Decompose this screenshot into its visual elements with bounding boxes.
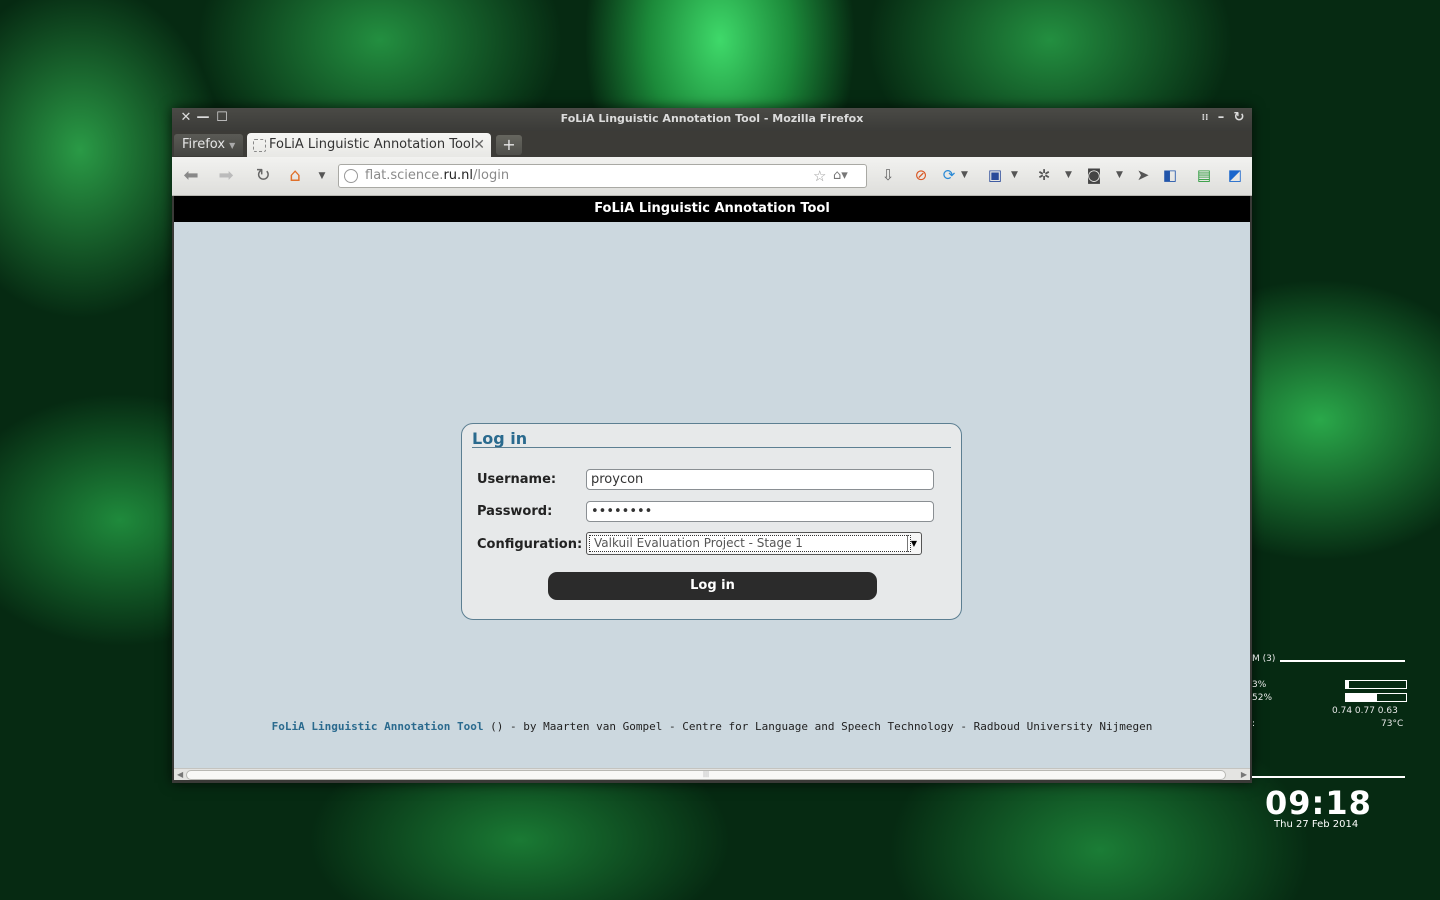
bookmark-dropdown-icon[interactable]: ▼	[1011, 165, 1018, 185]
horizontal-scrollbar[interactable]: ◀ ||| ▶	[174, 768, 1250, 780]
password-input[interactable]	[586, 501, 934, 522]
sync-dropdown-icon[interactable]: ▼	[961, 165, 968, 185]
adblock-icon[interactable]: ⊘	[911, 165, 931, 185]
configuration-label: Configuration:	[477, 537, 583, 552]
home-icon[interactable]: ⌂	[284, 165, 306, 187]
new-tab-button[interactable]: +	[496, 135, 522, 155]
delicious-icon[interactable]: ◧	[1160, 165, 1180, 185]
url-bar[interactable]: flat.science.ru.nl/login ☆ ⌂▾	[338, 164, 867, 188]
site-header: FoLiA Linguistic Annotation Tool	[174, 196, 1250, 222]
page-favicon-icon	[253, 139, 266, 152]
login-title: Log in	[472, 429, 528, 448]
close-tab-icon[interactable]: ✕	[473, 133, 485, 157]
username-label: Username:	[477, 472, 557, 487]
restore-window-icon[interactable]: ↻	[1232, 111, 1246, 125]
history-dropdown-icon[interactable]: ▼	[311, 165, 333, 187]
grip-icon[interactable]: ⁞⁞	[1198, 111, 1212, 125]
navigation-toolbar: ⬅ ➡ ↻ ⌂ ▼ flat.science.ru.nl/login ☆ ⌂▾ …	[172, 157, 1252, 196]
scrollbar-thumb[interactable]: |||	[186, 770, 1226, 780]
sync-icon[interactable]: ⟳	[939, 165, 959, 185]
tab-strip: Firefox ▼ FoLiA Linguistic Annotation To…	[172, 131, 1252, 157]
url-home-icon[interactable]: ⌂▾	[833, 165, 848, 187]
footer-link[interactable]: FoLiA Linguistic Annotation Tool	[272, 720, 484, 733]
page-content: FoLiA Linguistic Annotation Tool Log in …	[174, 196, 1250, 780]
cpu1-bar	[1345, 680, 1407, 689]
cpu2-bar	[1345, 693, 1407, 702]
cpu2-percent: 52%	[1252, 693, 1273, 703]
configuration-select[interactable]: Valkuil Evaluation Project - Stage 1 ▼	[586, 532, 922, 555]
bookmark-manager-icon[interactable]: ▣	[985, 165, 1005, 185]
send-icon[interactable]: ➤	[1133, 165, 1153, 185]
clock-time: 09:18	[1265, 784, 1372, 822]
firefox-menu-label: Firefox	[182, 137, 226, 152]
firefox-window: ✕ — ☐ FoLiA Linguistic Annotation Tool -…	[172, 108, 1252, 783]
username-input[interactable]	[586, 469, 934, 490]
chevron-down-icon[interactable]: ▼	[907, 535, 920, 552]
pocket-icon[interactable]: ◙	[1084, 165, 1104, 185]
footer-text: () - by Maarten van Gompel - Centre for …	[483, 720, 1153, 733]
cpu1-percent: 3%	[1252, 680, 1267, 690]
download-icon[interactable]: ⇩	[878, 165, 898, 185]
password-label: Password:	[477, 504, 553, 519]
tab-title: FoLiA Linguistic Annotation Tool	[269, 137, 475, 152]
system-monitor-widget: M (3) 3% 52% 0.74 0.77 0.63 : 73°C 09:18…	[1252, 650, 1412, 830]
scroll-right-icon[interactable]: ▶	[1241, 769, 1247, 780]
monitor-icon[interactable]: ▤	[1194, 165, 1214, 185]
scroll-left-icon[interactable]: ◀	[177, 769, 183, 780]
monitor-colon: :	[1252, 719, 1256, 729]
monitor-header: M (3)	[1252, 654, 1276, 664]
forward-icon[interactable]: ➡	[215, 165, 237, 187]
monitor-divider-top	[1280, 660, 1405, 662]
back-icon[interactable]: ⬅	[180, 165, 202, 187]
url-text[interactable]: flat.science.ru.nl/login	[365, 165, 509, 187]
page-footer: FoLiA Linguistic Annotation Tool () - by…	[174, 720, 1250, 733]
cpu2-bar-fill	[1346, 694, 1378, 701]
chevron-down-icon: ▼	[229, 141, 236, 150]
maximize-window-icon[interactable]: ☐	[215, 111, 229, 125]
monitor-divider-bottom	[1252, 776, 1405, 778]
cpu1-bar-fill	[1346, 681, 1349, 688]
url-path: /login	[473, 168, 510, 183]
login-button[interactable]: Log in	[548, 572, 877, 600]
login-divider	[472, 447, 951, 448]
window-title: FoLiA Linguistic Annotation Tool - Mozil…	[560, 112, 864, 125]
cpu-temperature: 73°C	[1381, 719, 1404, 729]
reload-icon[interactable]: ↻	[252, 165, 274, 187]
globe-icon	[344, 169, 358, 183]
minimize-window-icon[interactable]: —	[196, 111, 210, 125]
tab-folia[interactable]: FoLiA Linguistic Annotation Tool ✕	[247, 133, 491, 157]
url-host: ru.nl	[443, 168, 474, 183]
configuration-selected-value: Valkuil Evaluation Project - Stage 1	[589, 535, 911, 552]
load-average: 0.74 0.77 0.63	[1332, 706, 1398, 716]
plugin-dropdown-icon[interactable]: ▼	[1065, 165, 1072, 185]
window-titlebar[interactable]: ✕ — ☐ FoLiA Linguistic Annotation Tool -…	[172, 108, 1252, 131]
url-prefix: flat.science.	[365, 168, 444, 183]
bookmark-star-icon[interactable]: ☆	[813, 165, 826, 187]
plugin-icon[interactable]: ✲	[1034, 165, 1054, 185]
clock-date: Thu 27 Feb 2014	[1274, 819, 1359, 830]
login-box: Log in Username: Password: Configuration…	[461, 423, 962, 620]
extension-icon[interactable]: ◩	[1225, 165, 1245, 185]
pocket-dropdown-icon[interactable]: ▼	[1116, 165, 1123, 185]
shade-window-icon[interactable]: –	[1214, 111, 1228, 125]
firefox-menu-button[interactable]: Firefox ▼	[174, 134, 244, 156]
close-window-icon[interactable]: ✕	[179, 111, 193, 125]
